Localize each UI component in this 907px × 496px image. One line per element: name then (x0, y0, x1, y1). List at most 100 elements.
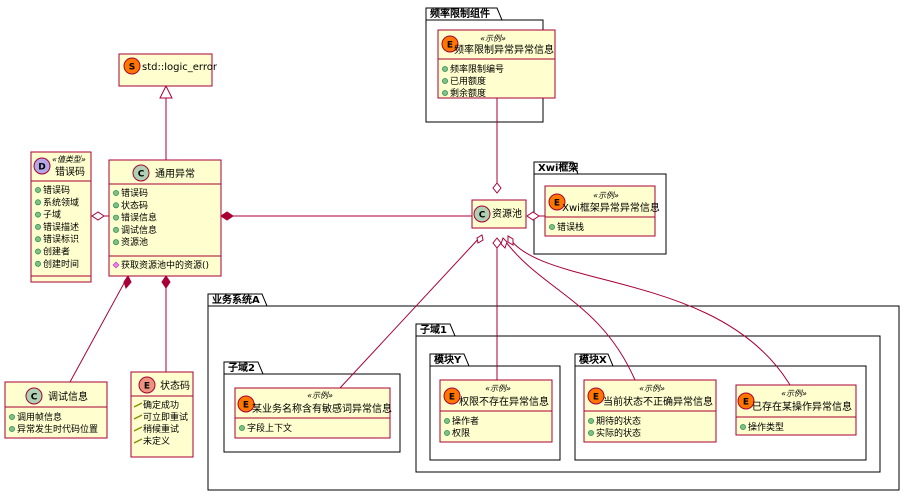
class-rate-limit-exception: E «示例» 频率限制异常异常信息 频率限制编号已用额度剩余额度 (437, 29, 556, 99)
badge-letter: E (554, 199, 560, 209)
inheritance-arrow (159, 84, 173, 99)
public-field-icon (113, 214, 119, 221)
class-logic-error: S std::logic_error (118, 53, 218, 87)
class-name: std::logic_error (142, 62, 218, 73)
badge-letter: E (593, 393, 599, 403)
badge-letter: E (243, 401, 249, 411)
public-field-icon (549, 224, 555, 230)
badge-letter: E (447, 41, 453, 51)
class-field: 系统领域 (43, 196, 79, 208)
public-field-icon (444, 418, 450, 424)
class-field: 错误码 (43, 184, 70, 196)
badge-letter: C (479, 211, 486, 221)
public-field-icon (444, 430, 450, 436)
class-name: 资源池 (492, 207, 522, 220)
public-field-icon (113, 202, 119, 209)
aggregation-diamond-state (500, 237, 508, 249)
aggregation-diamond-exists (507, 235, 514, 246)
class-field: 子域 (43, 209, 61, 221)
class-field: 实际的状态 (596, 427, 641, 439)
package-rate-limit-title: 频率限制组件 (430, 7, 490, 20)
public-field-icon (113, 226, 119, 233)
class-field: 权限 (452, 427, 470, 439)
enum-literal: 确定成功 (143, 399, 179, 411)
aggregation-diamond-permission (492, 237, 502, 249)
badge-letter: E (449, 393, 455, 403)
class-xwi-exception: E «示例» Xwi框架异常异常信息 错误栈 (544, 185, 660, 237)
package-domain2-title: 子域2 (228, 361, 255, 374)
composition-diamond-status (161, 275, 171, 289)
class-name: Xwi框架异常异常信息 (562, 201, 660, 214)
package-xwi-title: Xwi框架 (538, 161, 578, 174)
aggregation-diamond-ratelimit (492, 182, 502, 194)
class-field: 异常发生时代码位置 (17, 423, 98, 435)
class-name: 频率限制异常异常信息 (454, 43, 554, 56)
class-stereotype: «示例» (480, 34, 506, 43)
public-field-icon (442, 66, 448, 72)
class-field: 状态码 (121, 199, 148, 211)
class-state-exception: E «示例» 当前状态不正确异常信息 期待的状态实际的状态 (583, 379, 717, 443)
badge-letter: C (138, 170, 145, 180)
badge-letter: C (31, 393, 38, 403)
class-field: 操作类型 (748, 421, 784, 433)
class-debug-info: C 调试信息 调用帧信息异常发生时代码位置 (4, 381, 108, 439)
public-field-icon (588, 430, 594, 436)
enum-literal: 未定义 (143, 435, 170, 447)
package-system-a-title: 业务系统A (212, 293, 260, 306)
public-field-icon (35, 248, 41, 255)
class-field: 调用帧信息 (17, 411, 62, 423)
class-general-exception: C 通用异常 错误码状态码错误信息调试信息资源池 获取资源池中的资源() (108, 159, 222, 277)
class-error-code: D «值类型» 错误码 错误码系统领域子域错误描述错误标识创建者创建时间 (30, 151, 92, 283)
class-field: 错误标识 (43, 233, 79, 245)
class-field: 错误描述 (43, 221, 79, 233)
class-stereotype: «示例» (307, 391, 333, 400)
class-field: 已用额度 (450, 75, 486, 87)
class-diagram: 频率限制组件 Xwi框架 业务系统A 子域1 子域2 模块Y 模块X S std… (4, 7, 900, 491)
public-field-icon (442, 90, 448, 96)
package-module-x-title: 模块X (579, 353, 607, 366)
class-name: 调试信息 (48, 390, 88, 403)
class-field: 创建时间 (43, 258, 79, 270)
public-field-icon (35, 236, 41, 243)
class-resource-pool: C 资源池 (471, 199, 527, 229)
class-stereotype: «示例» (781, 389, 807, 398)
class-exists-exception: E «示例» 已存在某操作异常信息 操作类型 (735, 384, 857, 436)
public-field-icon (239, 425, 245, 431)
badge-letter: E (743, 398, 749, 408)
class-stereotype: «示例» (593, 191, 619, 200)
class-field: 期待的状态 (596, 415, 641, 427)
public-field-icon (113, 239, 119, 246)
class-name: 通用异常 (155, 167, 195, 180)
badge-letter: S (129, 63, 135, 73)
class-field: 频率限制编号 (450, 63, 504, 75)
class-stereotype: «示例» (485, 384, 511, 393)
package-module-y-title: 模块Y (434, 353, 462, 366)
public-field-icon (35, 223, 41, 230)
class-field: 错误码 (121, 187, 148, 199)
public-field-icon (9, 414, 15, 420)
enum-literal: 稍候重试 (143, 423, 179, 435)
composition-diamond-pool (220, 211, 234, 221)
public-field-icon (442, 78, 448, 84)
public-field-icon (35, 199, 41, 206)
class-sensitive-word-exception: E «示例» 某业务名称含有敏感词异常信息 字段上下文 (234, 387, 392, 439)
public-field-icon (35, 260, 41, 267)
public-field-icon (113, 190, 119, 196)
class-name: 权限不存在异常信息 (459, 395, 549, 408)
class-field: 调试信息 (121, 224, 157, 236)
class-stereotype: «值类型» (52, 155, 86, 164)
composition-diamond-debug (123, 275, 132, 290)
aggregation-diamond-sensitive (476, 234, 484, 244)
class-field: 错误栈 (557, 221, 584, 233)
class-name: 某业务名称含有敏感词异常信息 (252, 402, 392, 415)
aggregation-diamond-errorcode (91, 211, 105, 221)
public-field-icon (35, 211, 41, 218)
badge-letter: E (144, 382, 150, 392)
class-field: 字段上下文 (247, 422, 292, 434)
class-field: 剩余额度 (450, 87, 486, 99)
public-field-icon (588, 418, 594, 424)
public-field-icon (9, 426, 15, 432)
public-field-icon (35, 187, 41, 193)
class-name: 错误码 (55, 165, 85, 178)
class-method: 获取资源池中的资源() (121, 259, 209, 271)
